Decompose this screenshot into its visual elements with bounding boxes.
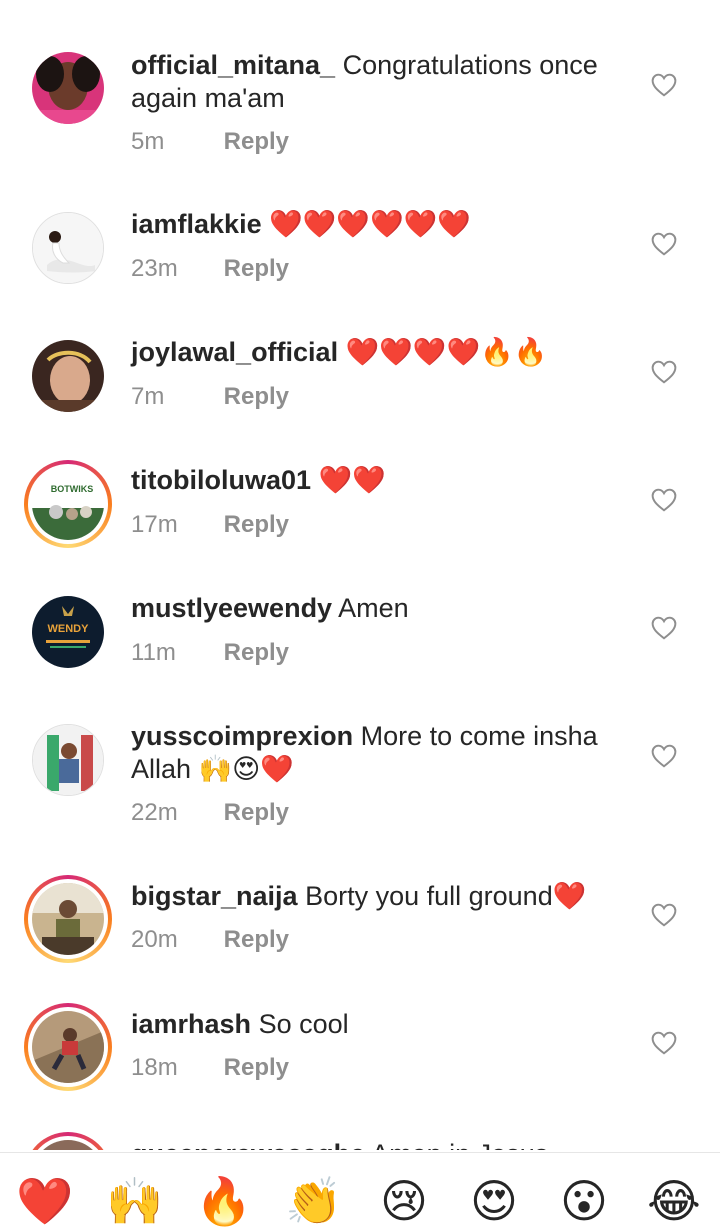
- comment-body: yusscoimprexion More to come insha Allah…: [131, 720, 611, 786]
- comment-username[interactable]: mustlyeewendy: [131, 593, 332, 623]
- comment-meta: 23m Reply: [131, 255, 289, 283]
- comment-meta: 18m Reply: [131, 1054, 289, 1082]
- avatar-logo-text: BOTWIKS: [51, 484, 94, 494]
- avatar[interactable]: [32, 212, 104, 284]
- avatar-story-ring[interactable]: [24, 1003, 112, 1091]
- heart-outline-icon[interactable]: [651, 232, 677, 256]
- comment-time: 5m: [131, 128, 165, 155]
- avatar-story-ring[interactable]: [24, 875, 112, 963]
- heart-outline-icon[interactable]: [651, 1031, 677, 1055]
- quick-reactions-bar: ❤️ 🙌 🔥 👏 😢 😍 😮 😂: [0, 1152, 720, 1228]
- reply-button[interactable]: Reply: [224, 128, 289, 155]
- comment-meta: 17m Reply: [131, 511, 289, 539]
- reaction-crying[interactable]: 😢: [374, 1171, 434, 1231]
- comment-text: ❤️❤️: [318, 465, 386, 495]
- comment-username[interactable]: official_mitana_: [131, 50, 335, 80]
- reaction-raised-hands[interactable]: 🙌: [105, 1171, 165, 1231]
- comment-username[interactable]: bigstar_naija: [131, 881, 298, 911]
- reply-button[interactable]: Reply: [224, 255, 289, 282]
- comment-time: 11m: [131, 639, 176, 666]
- comment-body: mustlyeewendy Amen: [131, 592, 611, 625]
- comment-username[interactable]: joylawal_official: [131, 337, 338, 367]
- comment-meta: 20m Reply: [131, 926, 289, 954]
- reply-button[interactable]: Reply: [224, 511, 289, 538]
- comment-meta: 5m Reply: [131, 128, 289, 156]
- comment-body: titobiloluwa01 ❤️❤️: [131, 464, 611, 497]
- avatar-story-ring[interactable]: [24, 1132, 112, 1150]
- avatar: [32, 1011, 104, 1083]
- comment-time: 7m: [131, 383, 165, 410]
- reaction-heart-eyes[interactable]: 😍: [464, 1171, 524, 1231]
- avatar[interactable]: [32, 724, 104, 796]
- avatar[interactable]: [32, 340, 104, 412]
- comment-username[interactable]: iamflakkie: [131, 209, 262, 239]
- reaction-surprised[interactable]: 😮: [554, 1171, 614, 1231]
- comment-item-partial: queenerewaaagbe Amen in Jesus: [0, 1128, 720, 1150]
- avatar[interactable]: [32, 52, 104, 124]
- comment-time: 18m: [131, 1054, 178, 1081]
- avatar-story-ring[interactable]: BOTWIKS: [24, 460, 112, 548]
- reaction-heart[interactable]: ❤️: [15, 1171, 75, 1231]
- comment-time: 20m: [131, 926, 178, 953]
- avatar-logo-text: WENDY: [48, 623, 90, 635]
- comment-body: iamrhash So cool: [131, 1008, 611, 1041]
- comment-time: 23m: [131, 255, 178, 282]
- comment-text: ❤️❤️❤️❤️❤️❤️: [269, 209, 471, 239]
- comment-body: iamflakkie ❤️❤️❤️❤️❤️❤️: [131, 208, 611, 241]
- reaction-fire[interactable]: 🔥: [194, 1171, 254, 1231]
- comment-username[interactable]: queenerewaaagbe: [131, 1139, 365, 1150]
- comment-body: official_mitana_ Congratulations once ag…: [131, 49, 611, 115]
- comment-meta: 22m Reply: [131, 799, 289, 827]
- heart-outline-icon[interactable]: [651, 616, 677, 640]
- reply-button[interactable]: Reply: [224, 926, 289, 953]
- comment-text: So cool: [258, 1009, 349, 1039]
- comment-body: joylawal_official ❤️❤️❤️❤️🔥🔥: [131, 336, 611, 369]
- avatar: BOTWIKS: [32, 468, 104, 540]
- heart-outline-icon[interactable]: [651, 360, 677, 384]
- reply-button[interactable]: Reply: [224, 799, 289, 826]
- reply-button[interactable]: Reply: [224, 1054, 289, 1081]
- comment-username[interactable]: titobiloluwa01: [131, 465, 311, 495]
- heart-outline-icon[interactable]: [651, 744, 677, 768]
- comment-text: Amen: [338, 593, 409, 623]
- comment-time: 22m: [131, 799, 178, 826]
- reaction-clap[interactable]: 👏: [284, 1171, 344, 1231]
- avatar: [32, 883, 104, 955]
- comment-text: ❤️❤️❤️❤️🔥🔥: [345, 337, 548, 367]
- comments-list[interactable]: official_mitana_ Congratulations once ag…: [0, 0, 720, 1150]
- comment-time: 17m: [131, 511, 178, 538]
- comment-text: Borty you full ground❤️: [305, 881, 587, 911]
- reply-button[interactable]: Reply: [224, 383, 289, 410]
- comment-body: bigstar_naija Borty you full ground❤️: [131, 880, 611, 913]
- comment-meta: 11m Reply: [131, 639, 289, 667]
- reaction-laughing[interactable]: 😂: [644, 1171, 704, 1231]
- comment-username[interactable]: yusscoimprexion: [131, 721, 353, 751]
- avatar[interactable]: WENDY: [32, 596, 104, 668]
- reply-button[interactable]: Reply: [224, 639, 289, 666]
- heart-outline-icon[interactable]: [651, 73, 677, 97]
- comment-body: queenerewaaagbe Amen in Jesus: [131, 1138, 611, 1150]
- comment-username[interactable]: iamrhash: [131, 1009, 251, 1039]
- comment-text: Amen in Jesus: [371, 1139, 548, 1150]
- heart-outline-icon[interactable]: [651, 903, 677, 927]
- heart-outline-icon[interactable]: [651, 488, 677, 512]
- comment-meta: 7m Reply: [131, 383, 289, 411]
